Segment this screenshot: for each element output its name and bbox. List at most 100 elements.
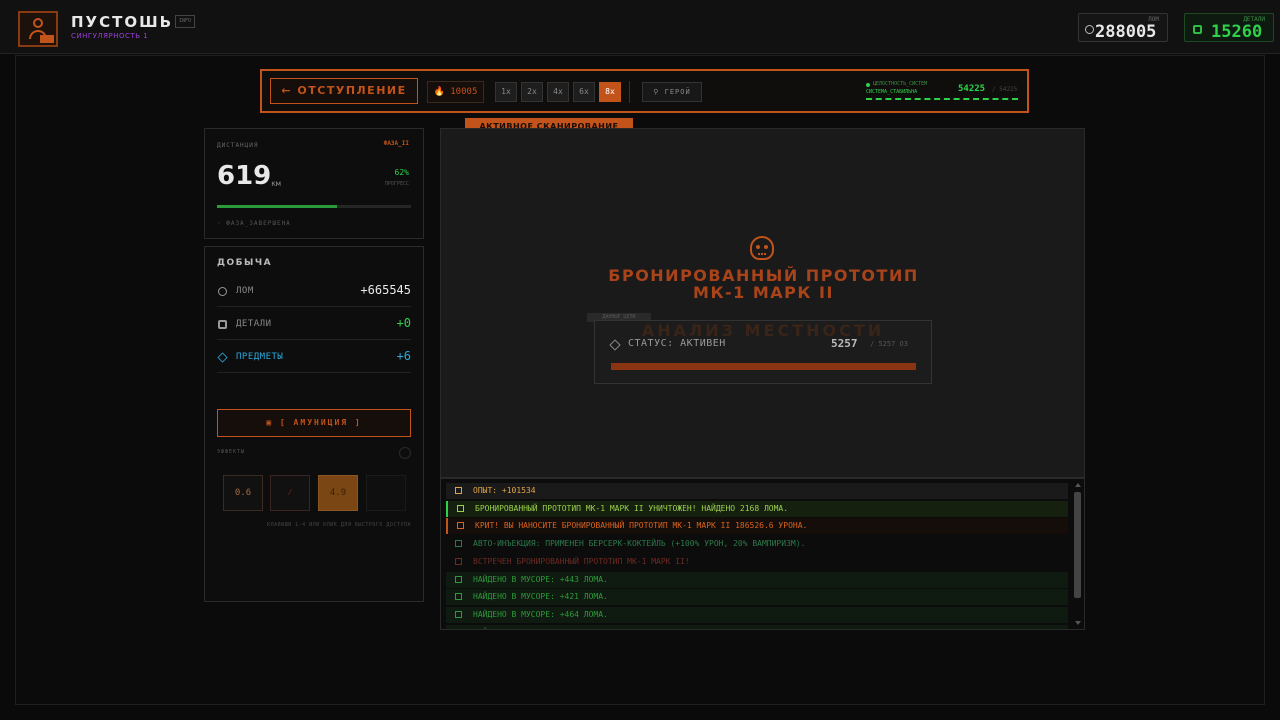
log-entry-text: НАЙДЕНО В МУСОРЕ: +443 ЛОМА. [473,574,608,584]
log-entry-icon [457,504,464,512]
log-entry: НАЙДЕНО В МУСОРЕ: +443 ЛОМА. [446,571,1068,588]
ammo-label: [ АМУНИЦИЯ ] [279,418,362,427]
progress-percent: 62% [394,168,409,177]
loot-name: ПРЕДМЕТЫ [236,352,284,362]
log-entry-text: НАЙДЕНО В МУСОРЕ: +464 ЛОМА. [473,609,608,619]
enemy-name: БРОНИРОВАННЫЙ ПРОТОТИП МК-1 МАРК II [441,267,1086,301]
log-entry-icon [455,540,462,548]
box-icon: ▣ [266,418,280,427]
log-entry-text: АВТО-ИНЪЕКЦИЯ: ПРИМЕНЕН БЕРСЕРК-КОКТЕЙЛЬ… [473,539,806,549]
box-icon [217,352,228,363]
quick-slot-4[interactable] [366,475,406,511]
scan-view: БРОНИРОВАННЫЙ ПРОТОТИП МК-1 МАРК II ДАНН… [440,128,1085,478]
scrap-value: 288005 [1095,22,1157,42]
progress-fill [217,205,338,208]
syringe-icon: ⁄ [287,488,293,498]
scroll-thumb[interactable] [1074,492,1081,598]
log-entry-icon [455,487,462,494]
distance-value: 619 [217,161,272,191]
player-avatar[interactable] [18,11,58,47]
log-entry-icon [455,610,462,618]
log-entry: БРОНИРОВАННЫЙ ПРОТОТИП МК-1 МАРК II УНИЧ… [446,500,1068,517]
retreat-button[interactable]: ← ОТСТУПЛЕНИЕ [270,78,418,104]
target-status-icon [609,339,621,351]
progress-track [217,205,411,208]
log-entry-icon [455,628,462,629]
loot-value: +6 [396,349,411,363]
avatar-head-icon [33,18,43,28]
speed-8x-button[interactable]: 8x [599,82,621,102]
log-entry-text: КРИТ! ВЫ НАНОСИТЕ БРОНИРОВАННЫЙ ПРОТОТИП… [475,521,808,531]
loot-name: ДЕТАЛИ [236,319,272,329]
parts-value: 15260 [1211,22,1263,42]
log-entry-text: ОПЫТ: +101534 [473,486,536,495]
combat-log[interactable]: ОПЫТ: +101534 БРОНИРОВАННЫЙ ПРОТОТИП МК-1… [440,478,1085,630]
effects-help-icon[interactable] [399,447,411,459]
circle-icon [218,287,227,296]
log-entry-text: ВСТРЕЧЕН БРОНИРОВАННЫЙ ПРОТОТИП МК-1 МАР… [473,556,690,566]
scrap-counter: ЛОМ 288005 [1078,13,1168,42]
hero-button[interactable]: ⚲ ГЕРОЙ [642,82,702,102]
log-entry-icon [455,575,462,583]
effects-label: ЭФФЕКТЫ [217,449,246,455]
integrity-max: / 54225 [992,86,1018,93]
integrity-label: ЦЕЛОСТНОСТЬ_СИСТЕМ [873,81,928,87]
loot-name: ЛОМ [236,286,254,296]
speed-2x-button[interactable]: 2x [521,82,543,102]
log-entry-icon [457,522,464,530]
loot-row-scrap: ЛОМ +665545 [217,274,411,307]
top-bar: ПУСТОШЬ INFO СИНГУЛЯРНОСТЬ 1 ЛОМ 288005 … [0,0,1280,54]
log-entry: НАЙДЕНО В МУСОРЕ: +464 ЛОМА. [446,606,1068,623]
distance-label: ДИСТАНЦИЯ [217,142,259,149]
user-icon: ⚲ [653,88,665,96]
loot-value: +665545 [360,283,411,297]
log-entry-text: БРОНИРОВАННЫЙ ПРОТОТИП МК-1 МАРК II УНИЧ… [475,503,789,513]
quick-keys-hint: КЛАВИШИ 1-4 ИЛИ КЛИК ДЛЯ БЫСТРОГО ДОСТУП… [267,522,411,528]
log-entry: ВСТРЕЧЕН БРОНИРОВАННЫЙ ПРОТОТИП МК-1 МАР… [446,553,1068,570]
log-entry: ОПЫТ: +101534 [446,483,1068,499]
speed-4x-button[interactable]: 4x [547,82,569,102]
gear-icon [218,320,227,329]
log-entry: АВТО-ИНЪЕКЦИЯ: ПРИМЕНЕН БЕРСЕРК-КОКТЕЙЛЬ… [446,536,1068,553]
target-box[interactable]: АНАЛИЗ МЕСТНОСТИ СТАТУС: АКТИВЕН 5257 / … [594,320,932,384]
log-entry-icon [455,557,462,565]
integrity-status: СИСТЕМА_СТАБИЛЬНА [866,89,918,95]
scroll-up-icon[interactable] [1075,483,1081,487]
gear-icon [1193,25,1202,34]
integrity-bar [866,98,1018,100]
location-title: ПУСТОШЬ [71,13,174,31]
loot-row-parts: ДЕТАЛИ +0 [217,307,411,340]
fuel-button[interactable]: 🔥 10005 [427,81,484,103]
quick-slot-3[interactable]: 4.9 [318,475,358,511]
loot-row-items[interactable]: ПРЕДМЕТЫ +6 [217,340,411,373]
skull-icon [750,236,774,260]
enemy-hp-bar [611,363,916,370]
enemy-name-line-1: БРОНИРОВАННЫЙ ПРОТОТИП [608,266,919,285]
location-subtitle: СИНГУЛЯРНОСТЬ 1 [71,32,149,40]
speed-1x-button[interactable]: 1x [495,82,517,102]
scroll-down-icon[interactable] [1075,621,1081,625]
quick-slot-1[interactable]: 0.6 [223,475,263,511]
status-dot-icon [866,83,870,87]
hero-label: ГЕРОЙ [664,88,691,96]
progress-label: ПРОГРЕСС [384,181,409,187]
loot-value: +0 [396,316,411,330]
loot-heading: ДОБЫЧА [217,258,273,268]
quick-slot-2[interactable]: ⁄ [270,475,310,511]
log-entry-icon [455,593,462,601]
scrap-icon [1085,25,1094,34]
target-status: СТАТУС: АКТИВЕН [628,338,726,349]
log-entry: КРИТ! ВЫ НАНОСИТЕ БРОНИРОВАННЫЙ ПРОТОТИП… [446,518,1068,535]
log-scrollbar[interactable] [1074,483,1081,625]
log-entry-text: НАЙДЕНО В МУСОРЕ: +444 ЛОМА. [473,625,608,629]
divider [629,81,630,103]
enemy-name-line-2: МК-1 МАРК II [693,283,834,302]
info-tag[interactable]: INFO [175,15,195,28]
system-integrity: ЦЕЛОСТНОСТЬ_СИСТЕМ СИСТЕМА_СТАБИЛЬНА 542… [866,81,1021,103]
ammo-button[interactable]: ▣ [ АМУНИЦИЯ ] [217,409,411,437]
loot-panel: ДОБЫЧА ЛОМ +665545 ДЕТАЛИ +0 ПРЕДМЕТЫ +6… [204,246,424,602]
log-entry: НАЙДЕНО В МУСОРЕ: +421 ЛОМА. [446,589,1068,606]
log-entry: НАЙДЕНО В МУСОРЕ: +444 ЛОМА. [446,624,1068,629]
speed-6x-button[interactable]: 6x [573,82,595,102]
parts-counter: ДЕТАЛИ 15260 [1184,13,1274,42]
